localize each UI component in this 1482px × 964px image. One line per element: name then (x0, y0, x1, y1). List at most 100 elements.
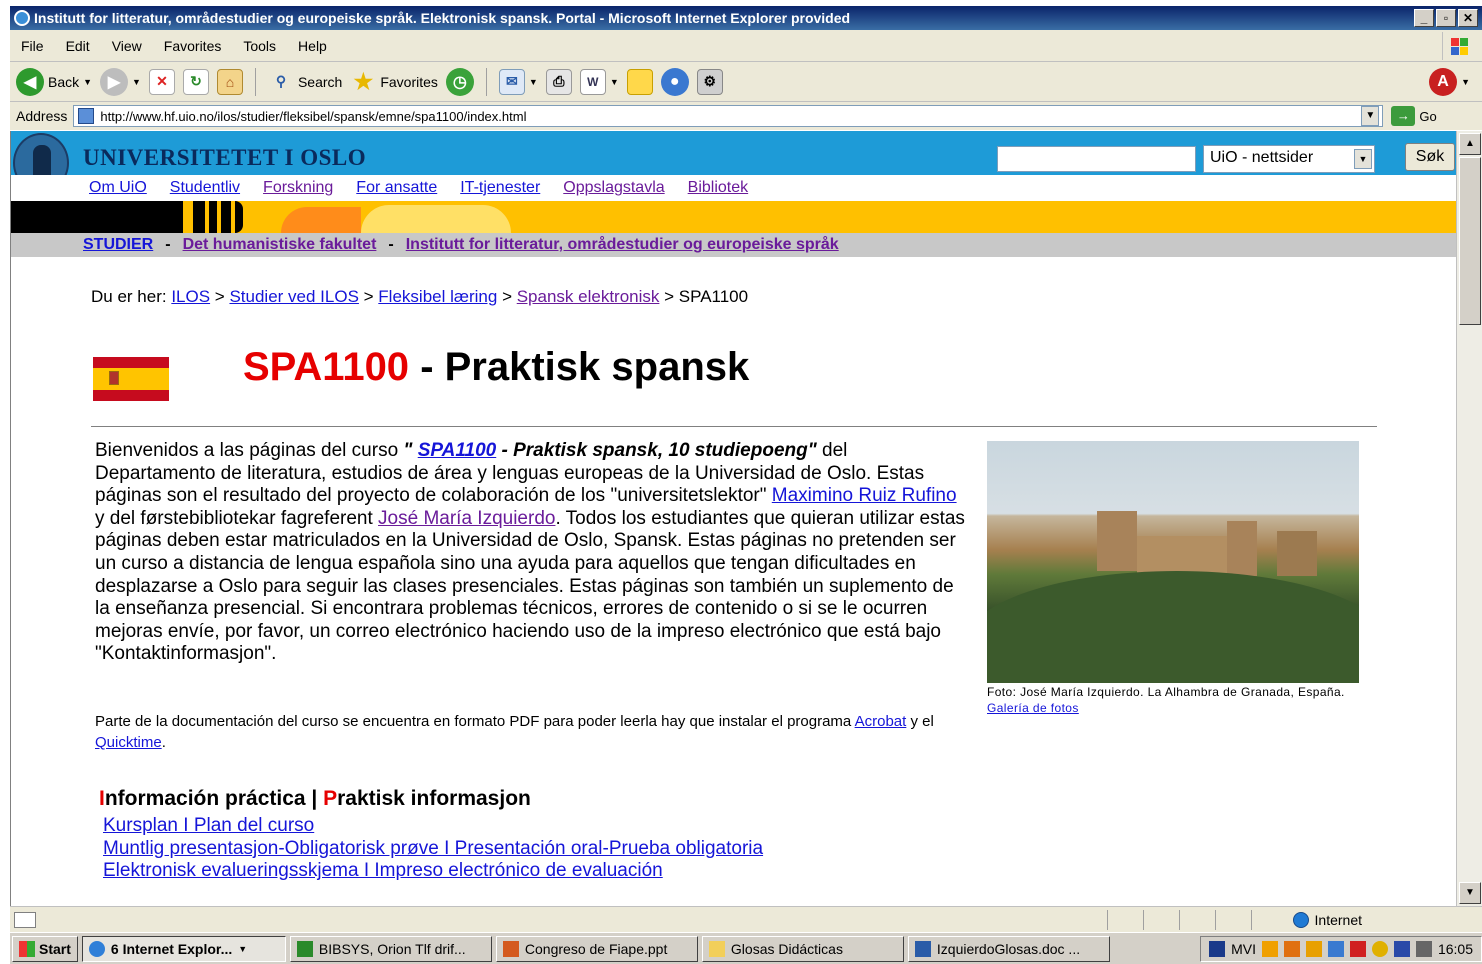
ie-icon (88, 940, 105, 957)
history-icon[interactable]: ◷ (445, 67, 474, 96)
forward-arrow-icon: ▶ (100, 67, 129, 96)
menu-help[interactable]: Help (287, 38, 338, 54)
section-breadcrumb: STUDIER - Det humanistiske fakultet - In… (11, 233, 1456, 257)
home-icon[interactable]: ⌂ (216, 68, 243, 95)
security-zone: Internet (1292, 911, 1362, 928)
uio-scope-select[interactable]: UiO - nettsider ▼ (1203, 145, 1375, 173)
task-word[interactable]: IzquierdoGlosas.doc ... (907, 935, 1110, 962)
refresh-icon[interactable]: ↻ (182, 68, 209, 95)
crumb-studier[interactable]: STUDIER (83, 236, 153, 254)
nav-forskning[interactable]: Forskning (263, 179, 333, 197)
scroll-up-icon[interactable]: ▲ (1459, 133, 1481, 155)
address-input[interactable]: http://www.hf.uio.no/ilos/studier/fleksi… (73, 105, 1384, 127)
scroll-thumb[interactable] (1459, 157, 1481, 325)
menu-view[interactable]: View (101, 38, 153, 54)
go-label: Go (1419, 108, 1437, 124)
vertical-scrollbar[interactable]: ▲ ▼ (1456, 131, 1482, 906)
acrobat-link[interactable]: Acrobat (855, 713, 907, 730)
mail-button[interactable]: ✉ ▼ (498, 68, 538, 95)
gallery-link[interactable]: Galería de fotos (987, 701, 1079, 715)
link-evaluering[interactable]: Elektronisk evalueringsskjema I Impreso … (103, 860, 763, 883)
course-code-link[interactable]: SPA1100 (418, 440, 497, 461)
location-fleksibel[interactable]: Fleksibel læring (378, 287, 497, 306)
globe-icon (1292, 911, 1309, 928)
address-dropdown-icon[interactable]: ▼ (1361, 106, 1380, 126)
link-kursplan[interactable]: Kursplan I Plan del curso (103, 815, 763, 838)
forward-button[interactable]: ▶ ▼ (100, 67, 141, 96)
location-studier[interactable]: Studier ved ILOS (229, 287, 358, 306)
favorites-label: Favorites (380, 73, 438, 90)
ie-icon (14, 10, 30, 26)
acrobat-icon: A (1429, 67, 1458, 96)
task-internet-explorer[interactable]: 6 Internet Explor... ▼ (81, 935, 286, 962)
acrobat-button[interactable]: A ▼ (1429, 67, 1470, 96)
tray-app-icon[interactable] (1305, 940, 1322, 957)
uio-name[interactable]: UNIVERSITETET I OSLO (83, 145, 366, 171)
task-bibsys[interactable]: BIBSYS, Orion Tlf drif... (289, 935, 492, 962)
uio-search-input[interactable] (997, 146, 1196, 172)
nav-it-tjenester[interactable]: IT-tjenester (460, 179, 540, 197)
menu-file[interactable]: File (10, 38, 55, 54)
link-maximino[interactable]: Maximino Ruiz Rufino (772, 485, 957, 506)
course-name: - Praktisk spansk (420, 345, 750, 389)
uio-search-button[interactable]: Søk (1405, 143, 1455, 171)
location-ilos[interactable]: ILOS (171, 287, 210, 306)
page-icon (78, 108, 95, 124)
crumb-institute[interactable]: Institutt for litteratur, områdestudier … (406, 236, 839, 254)
nav-bibliotek[interactable]: Bibliotek (688, 179, 748, 197)
search-icon: ⚲ (275, 73, 287, 89)
scroll-down-icon[interactable]: ▼ (1459, 882, 1481, 904)
java-icon[interactable] (1261, 940, 1278, 957)
standard-toolbar: ◀ Back ▼ ▶ ▼ ✕ ↻ ⌂ ⚲ Search ★ Favorites … (10, 62, 1482, 102)
star-icon: ★ (353, 68, 374, 94)
minimize-button[interactable]: _ (1414, 9, 1434, 27)
address-url: http://www.hf.uio.no/ilos/studier/fleksi… (100, 108, 527, 124)
quicktime-link[interactable]: Quicktime (95, 734, 162, 751)
stop-icon[interactable]: ✕ (148, 68, 175, 95)
maximize-button[interactable]: ▫ (1436, 9, 1456, 27)
uio-nav: Om UiO Studentliv Forskning For ansatte … (11, 175, 1456, 201)
page-viewport: UNIVERSITETET I OSLO UiO - nettsider ▼ S… (10, 131, 1456, 906)
nav-oppslagstavla[interactable]: Oppslagstavla (563, 179, 664, 197)
task-folder[interactable]: Glosas Didácticas (701, 935, 904, 962)
nav-studentliv[interactable]: Studentliv (170, 179, 240, 197)
search-label: Search (297, 73, 343, 90)
location-prefix: Du er her: (91, 287, 167, 306)
system-tray: MVI 16:05 (1200, 935, 1482, 962)
flag-icon[interactable] (1349, 940, 1366, 957)
favorites-button[interactable]: ★ Favorites (350, 68, 438, 95)
tray-app-icon[interactable] (1371, 940, 1388, 957)
link-jose-maria[interactable]: José María Izquierdo (378, 508, 555, 529)
network-icon[interactable] (1327, 940, 1344, 957)
link-muntlig[interactable]: Muntlig presentasjon-Obligatorisk prøve … (103, 838, 763, 861)
back-label: Back (48, 73, 80, 90)
task-powerpoint[interactable]: Congreso de Fiape.ppt (495, 935, 698, 962)
status-bar: Internet (10, 906, 1482, 932)
start-button[interactable]: Start (12, 935, 78, 962)
menu-favorites[interactable]: Favorites (153, 38, 233, 54)
tray-app-icon[interactable] (1283, 940, 1300, 957)
chevron-down-icon: ▼ (1354, 149, 1372, 169)
messenger-icon[interactable]: ● (660, 67, 689, 96)
nav-for-ansatte[interactable]: For ansatte (356, 179, 437, 197)
window-titlebar: Institutt for litteratur, områdestudier … (10, 6, 1482, 30)
nav-om-uio[interactable]: Om UiO (89, 179, 147, 197)
location-spansk[interactable]: Spansk elektronisk (517, 287, 660, 306)
back-button[interactable]: ◀ Back ▼ (16, 67, 92, 96)
tray-app-icon[interactable] (1415, 940, 1432, 957)
menu-tools[interactable]: Tools (232, 38, 287, 54)
search-button[interactable]: ⚲ Search (268, 69, 343, 95)
edit-button[interactable]: W ▼ (579, 68, 619, 95)
print-icon[interactable]: ⎙ (545, 68, 572, 95)
close-button[interactable]: ✕ (1458, 9, 1478, 27)
research-icon[interactable]: ⚙ (696, 68, 723, 95)
intro-paragraph: Bienvenidos a las páginas del curso " SP… (95, 440, 965, 665)
toolbar-separator (254, 67, 256, 96)
crumb-faculty[interactable]: Det humanistiske fakultet (183, 236, 377, 254)
menu-edit[interactable]: Edit (55, 38, 101, 54)
discuss-icon[interactable] (626, 68, 653, 95)
go-arrow-icon: → (1391, 106, 1416, 126)
antivirus-icon[interactable] (1393, 940, 1410, 957)
nc-icon[interactable] (1209, 940, 1226, 957)
go-button[interactable]: → Go (1391, 106, 1437, 126)
